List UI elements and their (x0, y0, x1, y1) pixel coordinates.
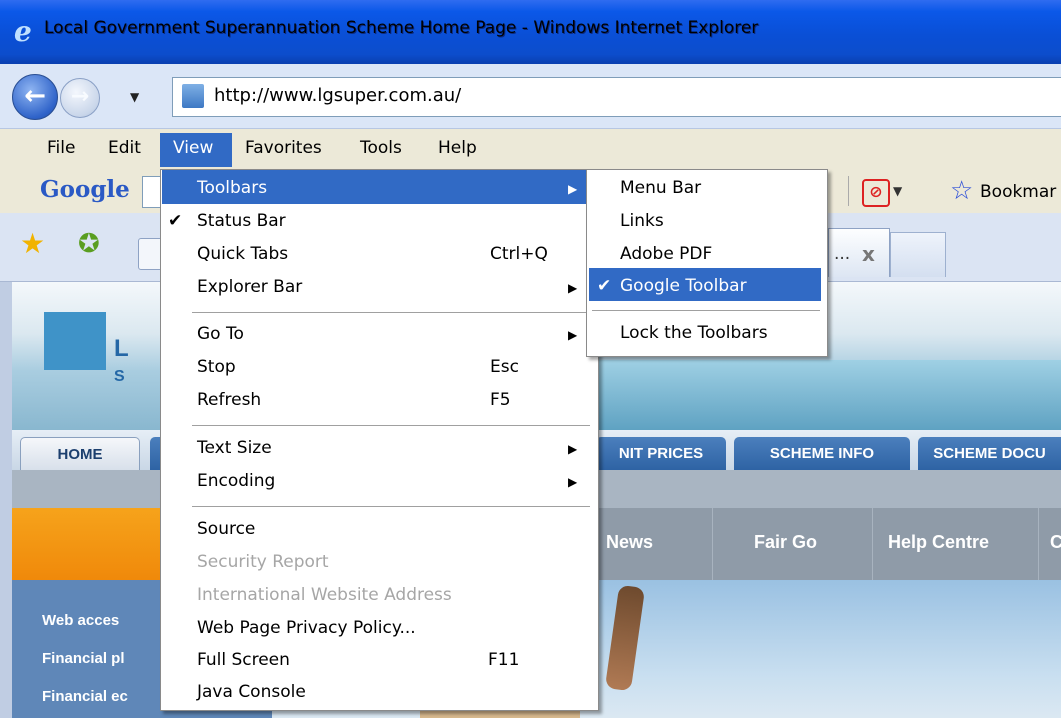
tab-current-label: ... (834, 244, 851, 264)
view-menu-international-address: International Website Address (197, 585, 452, 605)
view-menu-text-size[interactable]: Text Size (197, 438, 272, 458)
menu-favorites[interactable]: Favorites (245, 138, 322, 158)
favorites-center-icon[interactable]: ★ (20, 230, 45, 258)
shortcut-quick-tabs: Ctrl+Q (490, 244, 548, 264)
lgsuper-logo-icon[interactable] (44, 312, 106, 370)
tab-close-icon[interactable]: x (862, 242, 875, 266)
view-menu-explorer-bar[interactable]: Explorer Bar (197, 277, 302, 297)
toolbars-menu-bar[interactable]: Menu Bar (620, 178, 701, 198)
shortcut-refresh: F5 (490, 390, 511, 410)
site-tab-scheme-documents[interactable]: SCHEME DOCU (918, 437, 1061, 470)
menu-help[interactable]: Help (438, 138, 477, 158)
toolbar-separator (848, 176, 849, 206)
top-link-help-centre[interactable]: Help Centre (888, 532, 989, 553)
view-menu-go-to[interactable]: Go To (197, 324, 244, 344)
left-link-financial-education[interactable]: Financial ec (42, 688, 128, 705)
top-link-news[interactable]: News (606, 532, 653, 553)
popup-blocker-icon[interactable]: ⊘ (862, 179, 890, 207)
address-url[interactable]: http://www.lgsuper.com.au/ (214, 85, 461, 106)
top-link-separator (872, 508, 873, 580)
menu-separator (592, 310, 820, 311)
view-menu-status-bar[interactable]: Status Bar (197, 211, 286, 231)
popup-blocker-dropdown-icon[interactable]: ▼ (893, 184, 902, 198)
new-tab-button[interactable] (890, 232, 946, 277)
menu-separator (192, 312, 590, 313)
shortcut-stop: Esc (490, 357, 519, 377)
menu-tools[interactable]: Tools (360, 138, 402, 158)
site-top-links-bar (594, 508, 1061, 580)
submenu-arrow-icon: ▶ (568, 281, 578, 295)
site-tab-home[interactable]: HOME (20, 437, 140, 471)
window-title: Local Government Superannuation Scheme H… (44, 18, 759, 38)
submenu-arrow-icon: ▶ (568, 475, 578, 489)
checkmark-icon: ✔ (168, 211, 183, 231)
view-menu-security-report: Security Report (197, 552, 329, 572)
submenu-arrow-icon: ▶ (568, 182, 578, 196)
forward-button[interactable]: → (60, 78, 100, 118)
site-favicon-icon (182, 84, 204, 108)
left-link-financial-planning[interactable]: Financial pl (42, 650, 125, 667)
shortcut-full-screen: F11 (488, 650, 520, 670)
google-logo[interactable]: Google (40, 176, 130, 203)
bookmark-star-icon[interactable]: ☆ (950, 178, 973, 204)
internet-explorer-icon: e (14, 15, 32, 48)
menu-separator (192, 506, 590, 507)
submenu-arrow-icon: ▶ (568, 328, 578, 342)
left-link-web-access[interactable]: Web acces (42, 612, 119, 629)
view-menu-java-console[interactable]: Java Console (197, 682, 306, 702)
view-menu-refresh[interactable]: Refresh (197, 390, 261, 410)
menu-edit[interactable]: Edit (108, 138, 141, 158)
view-menu-privacy-policy[interactable]: Web Page Privacy Policy... (197, 618, 416, 638)
add-to-favorites-icon[interactable]: ✪ (78, 230, 100, 258)
menu-separator (192, 425, 590, 426)
top-link-separator (712, 508, 713, 580)
logo-text-line-1: L (114, 335, 129, 362)
top-link-separator (1038, 508, 1039, 580)
view-menu-stop[interactable]: Stop (197, 357, 236, 377)
toolbars-lock[interactable]: Lock the Toolbars (620, 323, 768, 343)
toolbars-google-toolbar[interactable]: Google Toolbar (620, 276, 747, 296)
menu-file[interactable]: File (47, 138, 75, 158)
view-menu-source[interactable]: Source (197, 519, 255, 539)
checkmark-icon: ✔ (597, 276, 612, 296)
toolbars-adobe-pdf[interactable]: Adobe PDF (620, 244, 712, 264)
logo-text-line-2: S (114, 368, 125, 385)
view-menu-quick-tabs[interactable]: Quick Tabs (197, 244, 288, 264)
top-link-contact[interactable]: C (1050, 532, 1061, 553)
recent-pages-dropdown-icon[interactable]: ▼ (130, 90, 139, 104)
submenu-arrow-icon: ▶ (568, 442, 578, 456)
site-tab-unit-prices[interactable]: NIT PRICES (596, 437, 726, 470)
menu-view[interactable]: View (173, 138, 213, 158)
back-button[interactable]: ← (12, 74, 58, 120)
bookmarks-button[interactable]: Bookmar (980, 182, 1056, 202)
view-menu-full-screen[interactable]: Full Screen (197, 650, 290, 670)
top-link-fair-go[interactable]: Fair Go (754, 532, 817, 553)
site-tab-scheme-info[interactable]: SCHEME INFO (734, 437, 910, 470)
view-menu-toolbars[interactable]: Toolbars (197, 178, 267, 198)
view-menu-encoding[interactable]: Encoding (197, 471, 275, 491)
toolbars-links[interactable]: Links (620, 211, 664, 231)
